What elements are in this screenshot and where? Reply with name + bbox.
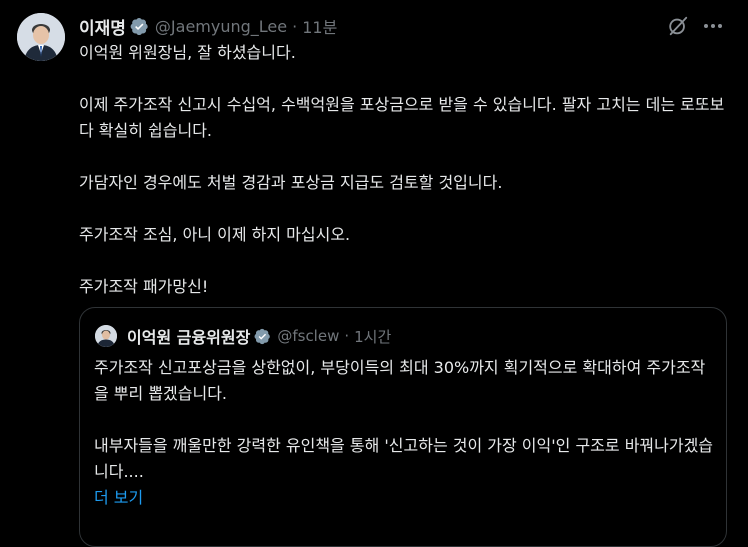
quoted-paragraph: 주가조작 신고포상금을 상한없이, 부당이득의 최대 30%까지 획기적으로 확… [94, 358, 706, 403]
gray-verified-badge-icon[interactable] [254, 328, 271, 345]
tweet-text: 이억원 위원장님, 잘 하셨습니다. 이제 주가조작 신고시 수십억, 수백억원… [79, 40, 729, 300]
tweet-header: 이재명 @Jaemyung_Lee · 11분 [79, 12, 337, 40]
quoted-paragraph: 내부자들을 깨울만한 강력한 유인책을 통해 '신고하는 것이 가장 이익'인 … [94, 436, 714, 481]
quoted-author-avatar[interactable] [95, 325, 117, 347]
tweet-paragraph: 이제 주가조작 신고시 수십억, 수백억원을 포상금으로 받을 수 있습니다. … [79, 95, 725, 140]
quoted-author-handle[interactable]: @fsclew [277, 327, 339, 345]
tweet-paragraph: 주가조작 패가망신! [79, 277, 209, 296]
tweet-paragraph: 주가조작 조심, 아니 이제 하지 마십시오. [79, 225, 351, 244]
author-handle[interactable]: @Jaemyung_Lee [155, 17, 287, 36]
more-options-icon[interactable] [700, 15, 726, 37]
grok-icon[interactable] [667, 15, 689, 37]
author-name[interactable]: 이재명 [79, 14, 126, 39]
quoted-tweet-text: 주가조작 신고포상금을 상한없이, 부당이득의 최대 30%까지 획기적으로 확… [94, 355, 714, 511]
quoted-tweet-card[interactable]: 이억원 금융위원장 @fsclew · 1시간 주가조작 신고포상금을 상한없이… [79, 307, 727, 547]
quoted-tweet-header: 이억원 금융위원장 @fsclew · 1시간 [127, 323, 391, 349]
quoted-post-time[interactable]: 1시간 [354, 326, 391, 347]
quoted-author-avatar-image [95, 325, 117, 347]
tweet: 이재명 @Jaemyung_Lee · 11분 이억원 위원장님, 잘 하셨습니… [0, 0, 748, 547]
tweet-paragraph: 가담자인 경우에도 처벌 경감과 포상금 지급도 검토할 것입니다. [79, 173, 503, 192]
author-avatar[interactable] [17, 13, 65, 61]
quoted-author-name[interactable]: 이억원 금융위원장 [127, 324, 250, 348]
show-more-link[interactable]: 더 보기 [94, 485, 714, 511]
separator-dot: · [292, 16, 298, 36]
separator-dot: · [344, 327, 350, 345]
gray-verified-badge-icon[interactable] [130, 17, 149, 36]
author-avatar-image [17, 13, 65, 61]
post-time[interactable]: 11분 [302, 14, 337, 38]
tweet-paragraph: 이억원 위원장님, 잘 하셨습니다. [79, 43, 296, 62]
